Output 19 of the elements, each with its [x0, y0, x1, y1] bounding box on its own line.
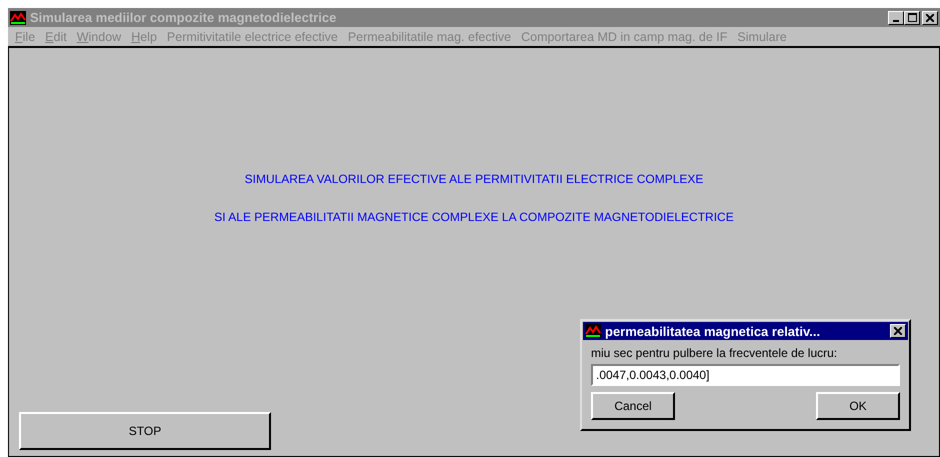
window-title: Simularea mediilor compozite magnetodielectrice: [30, 10, 336, 25]
dialog-title: permeabilitatea magnetica relativ...: [605, 324, 820, 338]
maximize-button[interactable]: [904, 10, 920, 24]
close-button[interactable]: [922, 10, 938, 24]
prompt-label: miu sec pentru pulbere la frecventele de lucru:: [591, 346, 838, 360]
stop-button[interactable]: STOP: [19, 412, 271, 450]
ok-button[interactable]: OK: [816, 392, 900, 420]
app-icon: [10, 10, 26, 24]
maximize-icon: [908, 13, 916, 22]
heading-text: SIMULAREA VALORILOR EFECTIVE ALE PERMITIVITATII ELECTRICE COMPLEXE: [244, 172, 704, 186]
close-icon: [894, 327, 902, 335]
input-field[interactable]: .0047,0.0043,0.0040]: [591, 364, 900, 386]
close-icon: [926, 14, 934, 22]
minimize-button[interactable]: [888, 10, 904, 24]
heading-text: SI ALE PERMEABILITATII MAGNETICE COMPLEXE LA COMPOZITE MAGNETODIELECTRICE: [214, 210, 734, 224]
close-button[interactable]: [890, 324, 906, 338]
app-icon: [585, 324, 601, 338]
cancel-button[interactable]: Cancel: [591, 392, 675, 420]
minimize-icon: [893, 20, 899, 22]
